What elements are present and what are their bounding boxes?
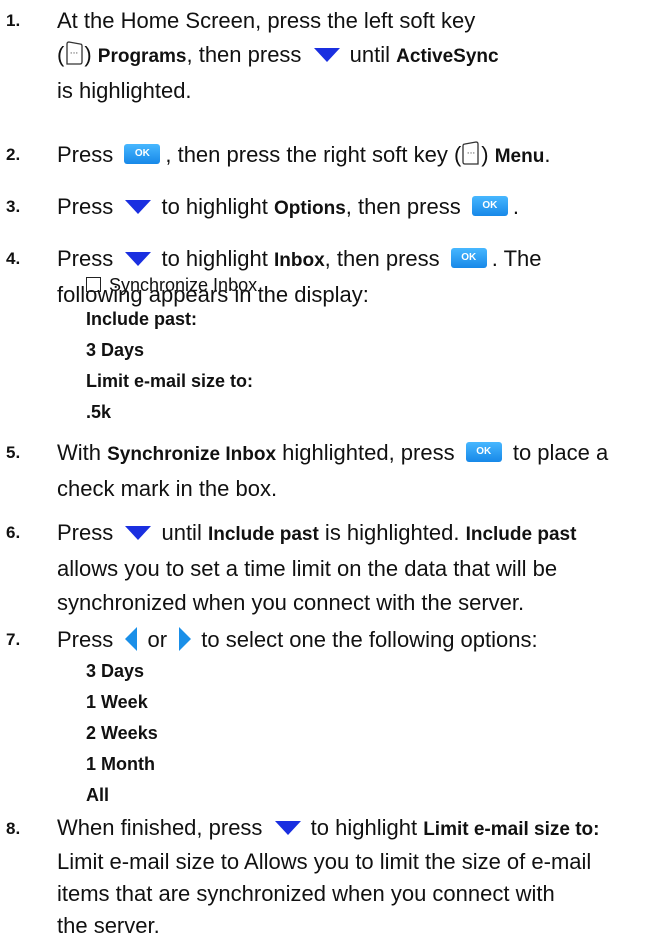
step-number: 8. [6,819,21,838]
text: the server. [57,913,160,938]
text: , then press [324,246,446,271]
text: Press [57,246,120,271]
ok-button-icon: OK [465,442,502,463]
step-number: 5. [6,443,21,462]
text: Press [57,520,120,545]
step-text: Press OK, then press the right soft key … [57,138,647,174]
bold-term: Options [274,198,346,219]
option-item: 2 Weeks [86,723,158,743]
checkbox-icon [86,276,101,292]
step-number: 3. [6,197,21,216]
option-item: 1 Week [86,692,148,712]
text: to highlight [155,246,274,271]
step-number: 6. [6,523,21,542]
svg-text:···: ··· [70,49,79,59]
ok-button-icon: OK [471,196,508,217]
ok-button-icon: OK [450,248,487,269]
left-arrow-icon [125,627,138,652]
display-item: 3 Days [86,340,145,360]
text: When finished, press [57,815,269,840]
right-arrow-icon [179,627,192,652]
text: , then press [186,42,308,67]
step-text: Press until Include past is highlighted.… [57,516,647,620]
step-number: 4. [6,249,21,268]
text: At the Home Screen, press the left soft … [57,8,476,33]
down-arrow-icon [125,526,152,541]
step-number: 1. [6,11,21,30]
text: ( [57,42,65,67]
text: to highlight [304,815,424,840]
bold-term: Programs [97,46,187,67]
display-item: .5k [86,402,112,422]
text: to place a [506,440,609,465]
text: or [141,627,174,652]
left-soft-key-icon: ··· [66,41,83,65]
text: items that are synchronized when you con… [57,881,555,906]
down-arrow-icon [274,821,301,836]
text: allows you to set a time limit on the da… [57,556,558,581]
option-item: 1 Month [86,754,155,774]
text: Synchronize Inbox [109,275,258,295]
display-item: Include past: [86,309,198,329]
text: , then press the right soft key ( [165,142,462,167]
bold-term: Include past [465,524,577,545]
text: to select one the following options: [195,627,538,652]
down-arrow-icon [125,252,152,267]
bold-term: Limit e-mail size to: [423,819,600,840]
text: . [512,194,519,219]
down-arrow-icon [313,48,340,63]
bold-term: Menu [494,146,545,167]
display-item-synchronize-inbox: Synchronize Inbox [86,270,257,301]
right-soft-key-icon: ··· [462,141,479,165]
text: Limit e-mail size to Allows you to limit… [57,849,592,874]
text: highlighted, press [276,440,461,465]
text: is highlighted. [57,78,192,103]
svg-text:···: ··· [467,149,476,159]
bold-term: Synchronize Inbox [107,444,277,465]
ok-button-icon: OK [124,144,161,165]
text: to highlight [155,194,274,219]
text: check mark in the box. [57,476,278,501]
option-item: All [86,785,110,805]
text: With [57,440,108,465]
text: ) [481,142,495,167]
step-text: At the Home Screen, press the left soft … [57,4,647,108]
text: . [544,142,551,167]
bold-term: ActiveSync [396,46,499,67]
step-text: When finished, press to highlight Limit … [57,812,647,942]
option-item: 3 Days [86,661,145,681]
down-arrow-icon [125,200,152,215]
step-text: Press or to select one the following opt… [57,623,647,657]
bold-term: Include past [207,524,319,545]
step-text: With Synchronize Inbox highlighted, pres… [57,436,647,506]
text: Press [57,627,120,652]
display-item: Limit e-mail size to: [86,371,254,391]
bold-term: Inbox [274,250,325,271]
text: is highlighted. [318,520,466,545]
text: until [343,42,397,67]
text: . The [491,246,542,271]
step-number: 2. [6,145,21,164]
text: , then press [345,194,467,219]
text: ) [84,42,98,67]
text: synchronized when you connect with the s… [57,590,525,615]
step-text: Press to highlight Options, then press O… [57,190,647,226]
text: Press [57,142,120,167]
step-number: 7. [6,630,21,649]
text: Press [57,194,120,219]
text: until [155,520,208,545]
